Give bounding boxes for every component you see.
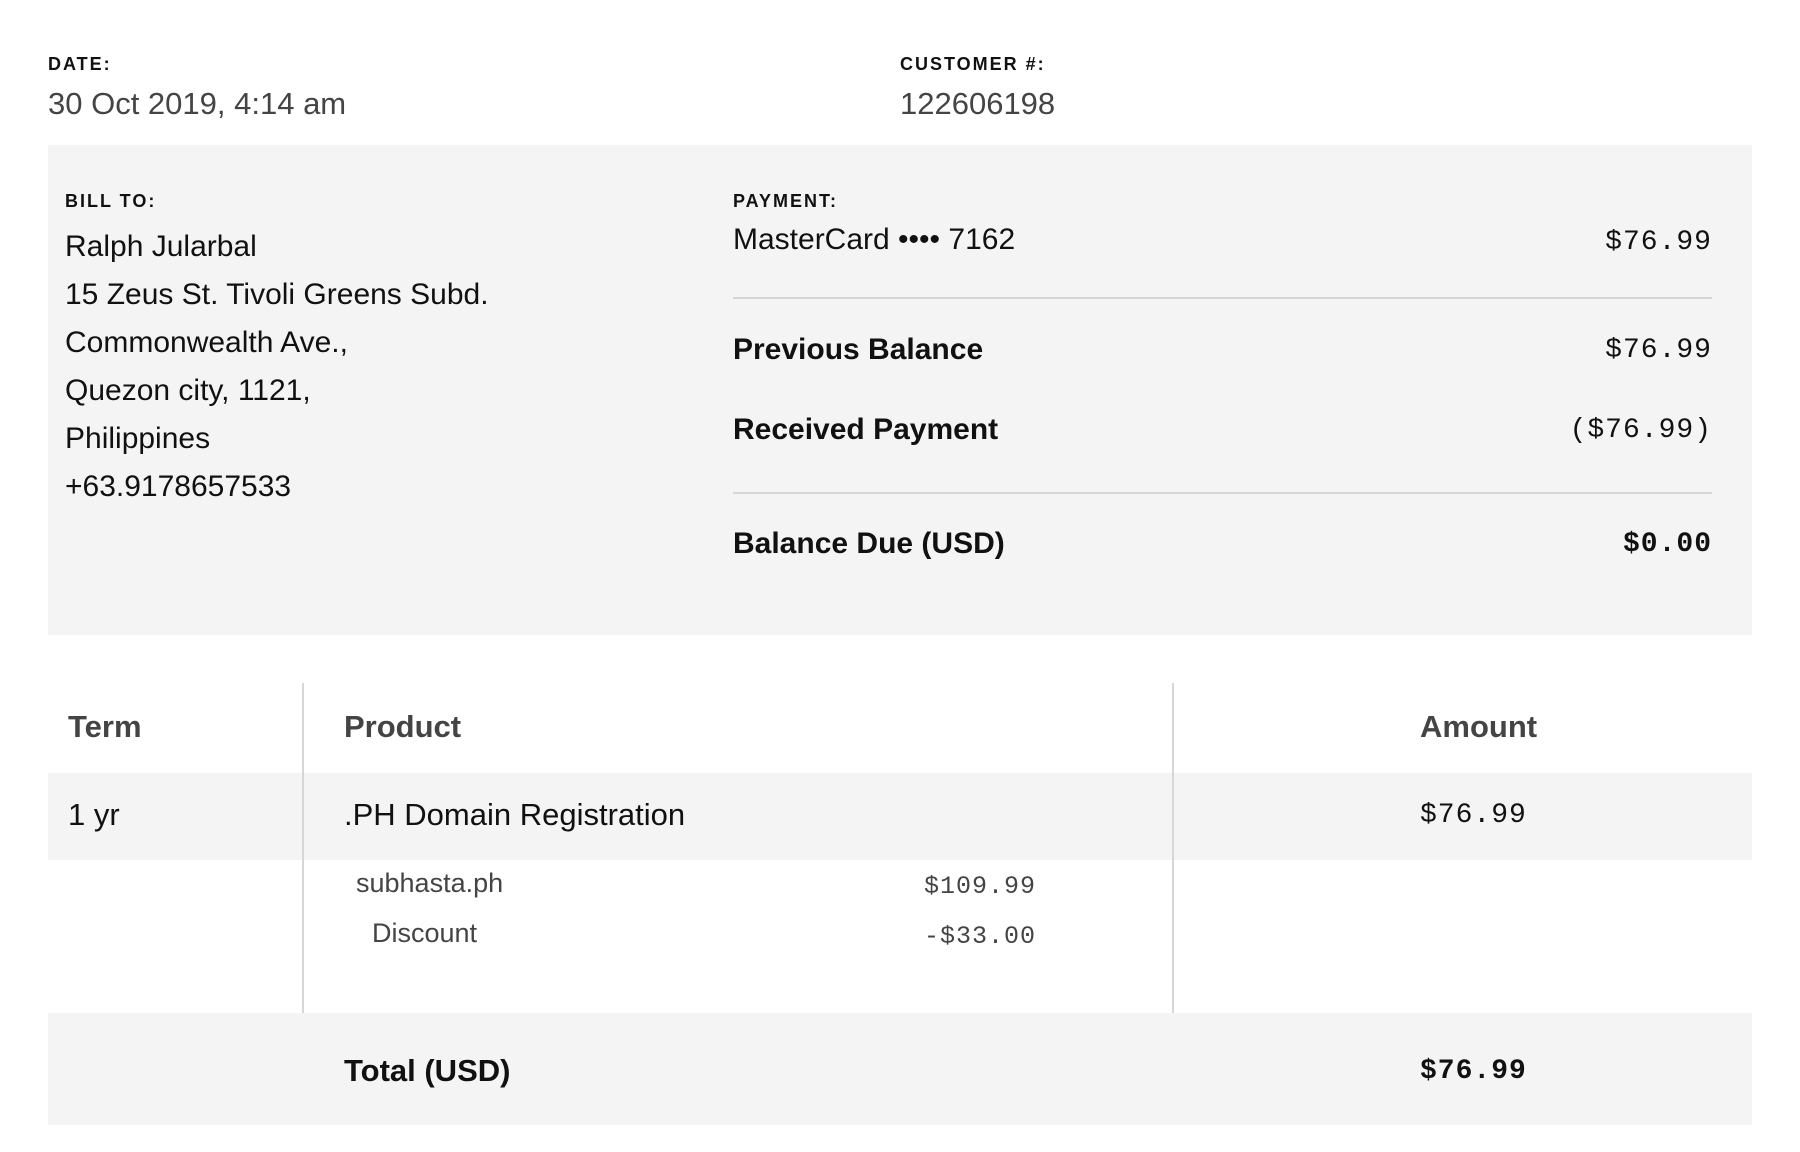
product-header: Product bbox=[344, 709, 462, 744]
received-payment-label: Received Payment bbox=[733, 413, 999, 446]
item-detail-domain-price: $109.99 bbox=[924, 872, 1037, 901]
invoice-summary-box: BILL TO: Ralph Jularbal 15 Zeus St. Tivo… bbox=[48, 145, 1752, 635]
date-label: DATE: bbox=[48, 54, 112, 74]
item-detail-discount: Discount bbox=[372, 918, 478, 948]
total-amount: $76.99 bbox=[1420, 1056, 1527, 1087]
item-detail-discount-price: -$33.00 bbox=[924, 922, 1037, 951]
term-header: Term bbox=[68, 709, 142, 744]
date-value: 30 Oct 2019, 4:14 am bbox=[48, 86, 347, 121]
summary-divider bbox=[733, 492, 1712, 494]
item-product: .PH Domain Registration bbox=[344, 797, 686, 832]
customer-number-label: CUSTOMER #: bbox=[900, 54, 1046, 74]
balance-due-row: Balance Due (USD) $0.00 bbox=[733, 527, 1712, 561]
summary-divider bbox=[733, 297, 1712, 299]
bill-to-name: Ralph Jularbal bbox=[65, 230, 257, 263]
item-term: 1 yr bbox=[68, 797, 120, 832]
balance-due-label: Balance Due (USD) bbox=[733, 527, 1005, 560]
previous-balance-label: Previous Balance bbox=[733, 333, 984, 366]
bill-to-avenue: Commonwealth Ave., bbox=[65, 326, 348, 359]
received-payment-row: Received Payment ($76.99) bbox=[733, 413, 1712, 447]
total-label: Total (USD) bbox=[344, 1053, 511, 1088]
payment-method: MasterCard •••• 7162 bbox=[733, 223, 1016, 256]
bill-to-label: BILL TO: bbox=[65, 191, 157, 211]
received-payment-value: ($76.99) bbox=[1569, 414, 1712, 446]
customer-number-value: 122606198 bbox=[900, 86, 1056, 121]
bill-to-city: Quezon city, 1121, bbox=[65, 374, 311, 407]
item-amount: $76.99 bbox=[1420, 800, 1527, 831]
balance-due-value: $0.00 bbox=[1622, 528, 1712, 560]
amount-header: Amount bbox=[1420, 709, 1538, 744]
bill-to-phone: +63.9178657533 bbox=[65, 470, 292, 503]
bill-to-country: Philippines bbox=[65, 422, 211, 455]
payment-amount: $76.99 bbox=[1605, 227, 1712, 258]
column-divider bbox=[1172, 683, 1174, 1013]
previous-balance-value: $76.99 bbox=[1605, 334, 1712, 366]
previous-balance-row: Previous Balance $76.99 bbox=[733, 333, 1712, 367]
column-divider bbox=[302, 683, 304, 1013]
bill-to-street: 15 Zeus St. Tivoli Greens Subd. bbox=[65, 278, 489, 311]
bill-to-address: Ralph Jularbal 15 Zeus St. Tivoli Greens… bbox=[65, 223, 489, 511]
item-detail-domain: subhasta.ph bbox=[356, 868, 504, 898]
line-items-table: Term Product Amount 1 yr .PH Domain Regi… bbox=[48, 683, 1752, 1125]
payment-label: PAYMENT: bbox=[733, 191, 839, 211]
